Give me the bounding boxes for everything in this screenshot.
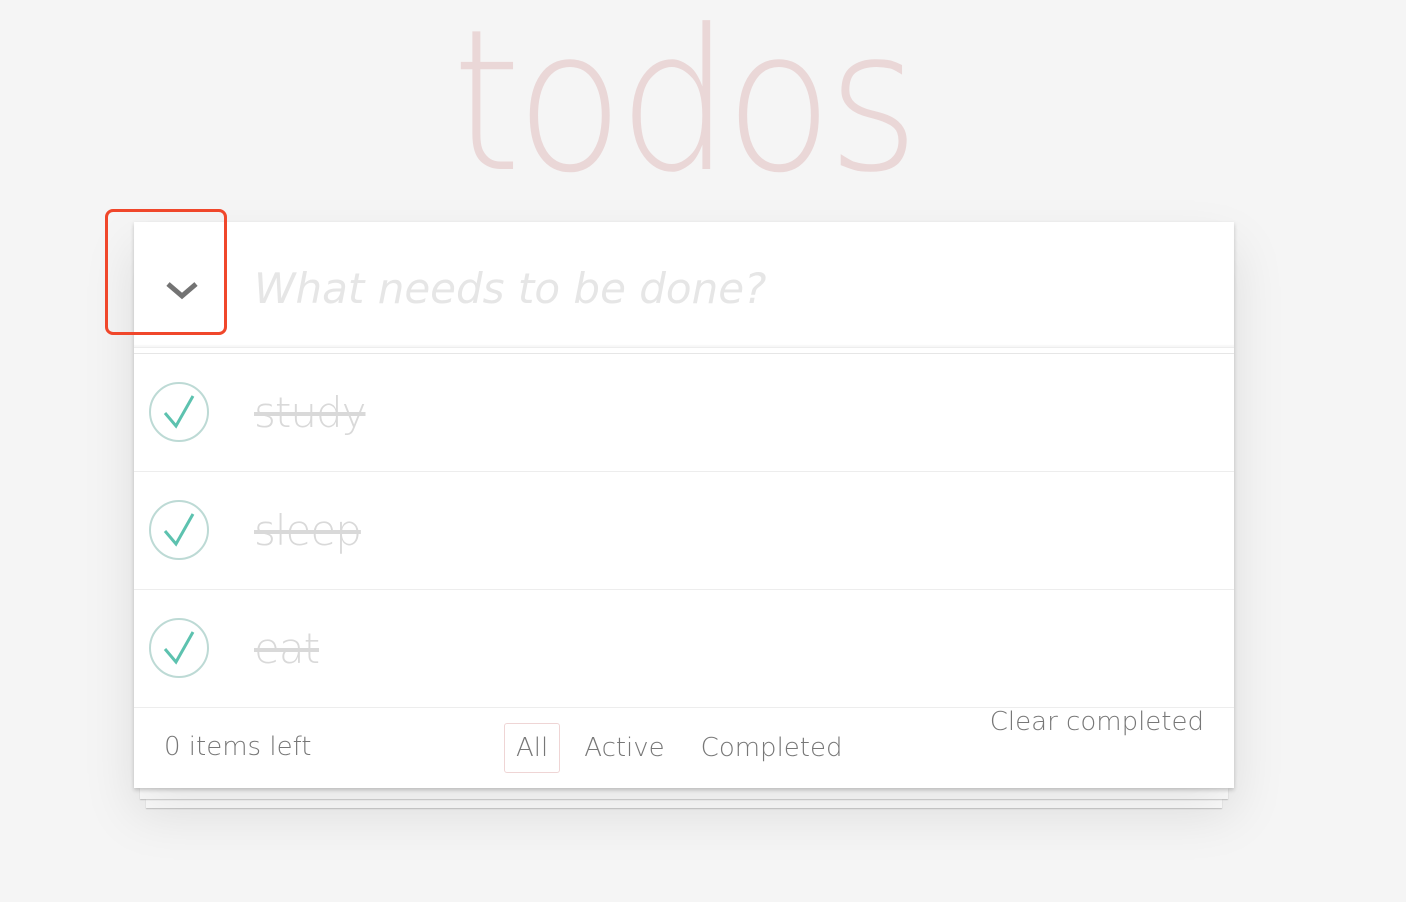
todo-card: study sleep eat 0 items left (134, 222, 1234, 788)
checkmark-circle-icon (149, 500, 209, 560)
checkmark-circle-icon (149, 618, 209, 678)
filter-item: Completed (689, 723, 855, 773)
checkmark-circle-icon (149, 382, 209, 442)
card-stack-shadow-back (146, 799, 1222, 808)
toggle-all-button[interactable] (134, 222, 230, 348)
todo-complete-toggle[interactable] (149, 618, 209, 678)
filter-item: Active (572, 723, 676, 773)
todo-label[interactable]: sleep (254, 472, 362, 589)
clear-completed-button[interactable]: Clear completed (990, 707, 1204, 737)
todo-footer: 0 items left All Active Completed Clear … (134, 707, 1234, 788)
todo-header (134, 222, 1234, 348)
chevron-down-icon (166, 282, 198, 300)
todo-item: study (134, 354, 1234, 472)
new-todo-input[interactable] (254, 222, 1214, 348)
filter-completed-link[interactable]: Completed (689, 723, 855, 773)
filter-item: All (504, 723, 561, 773)
todo-item: sleep (134, 472, 1234, 590)
todo-complete-toggle[interactable] (149, 382, 209, 442)
items-left-count: 0 items left (164, 732, 312, 762)
todo-complete-toggle[interactable] (149, 500, 209, 560)
todo-list: study sleep eat (134, 353, 1234, 708)
filter-active-link[interactable]: Active (572, 723, 676, 773)
filter-tabs: All Active Completed (504, 723, 866, 773)
todo-label[interactable]: study (254, 354, 366, 471)
card-stack-shadow-middle (140, 788, 1228, 799)
todo-label[interactable]: eat (254, 590, 320, 707)
filter-all-link[interactable]: All (504, 723, 561, 773)
todo-item: eat (134, 590, 1234, 708)
app-title: todos (452, 0, 919, 216)
